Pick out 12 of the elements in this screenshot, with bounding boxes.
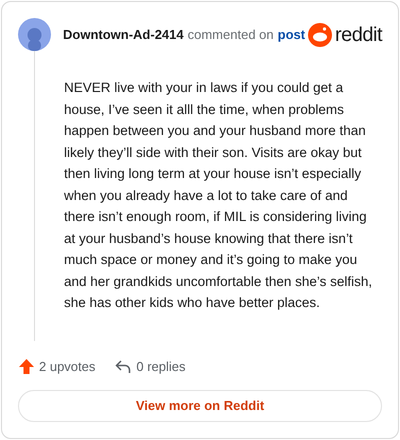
reply-icon[interactable]: [115, 360, 132, 374]
post-link[interactable]: post: [278, 24, 306, 44]
upvote-icon[interactable]: [19, 359, 34, 374]
comment-body: NEVER live with your in laws if you could get a house, I’ve seen it alll the time, when problems happen between you and your husband more than likely they’ll side with their son. Visits are okay but then living long term at your house isn’t especially when you already have a lot to take care of and there isn’t enough room, if MIL is considering living at your husband’s house knowing that there isn’t much space or money and it’s going to make you and her grandkids uncomfortable then she’s selfish, she has other kids who have better places.: [64, 79, 374, 312]
author-name[interactable]: Downtown-Ad-2414: [63, 24, 184, 44]
avatar-icon: [18, 18, 51, 51]
view-more-button[interactable]: View more on Reddit: [18, 390, 382, 422]
upvote-count: 2 upvotes: [39, 358, 96, 376]
reddit-wordmark: reddit: [334, 24, 382, 44]
reddit-logo-icon: [308, 22, 332, 46]
comment-action: commented on: [188, 26, 274, 44]
reply-count: 0 replies: [136, 358, 186, 376]
